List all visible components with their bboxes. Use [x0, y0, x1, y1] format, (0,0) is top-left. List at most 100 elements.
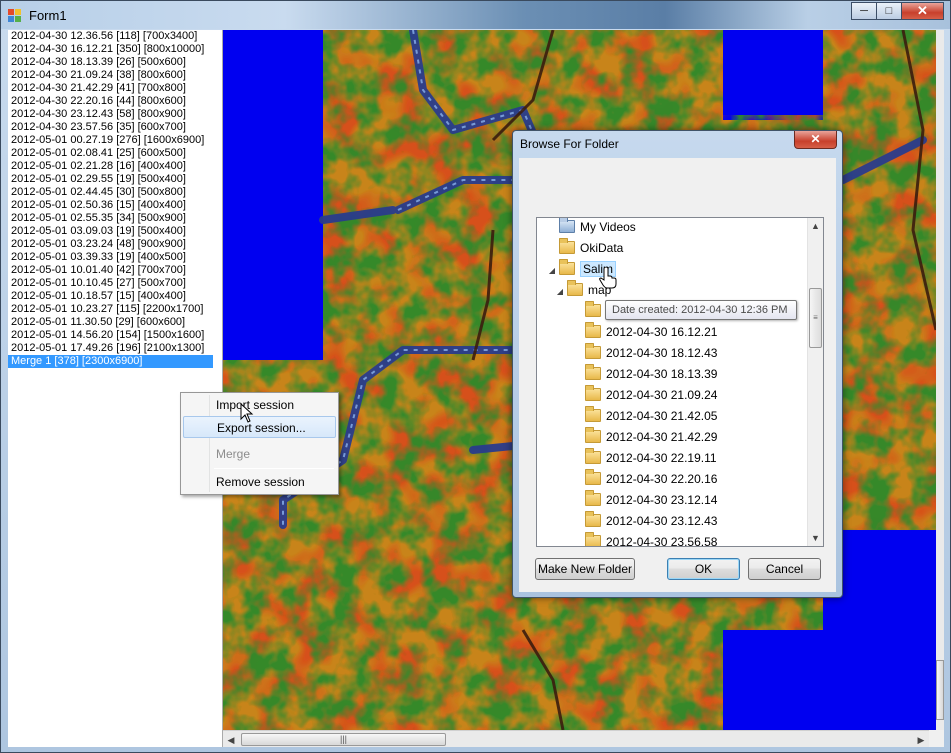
folder-icon	[585, 385, 601, 401]
folder-icon	[567, 280, 583, 296]
folder-icon	[585, 490, 601, 506]
folder-icon	[585, 469, 601, 485]
map-horizontal-scrollbar[interactable]: ◀ ||| ▶	[223, 730, 929, 747]
tree-item-label: OkiData	[580, 241, 624, 255]
tree-item[interactable]: 2012-04-30 18.13.39	[573, 364, 717, 385]
session-list-item[interactable]: 2012-05-01 02.08.41 [25] [600x500]	[8, 147, 222, 160]
session-list-item[interactable]: 2012-05-01 10.23.27 [115] [2200x1700]	[8, 303, 222, 316]
hand-cursor-icon	[599, 267, 617, 289]
close-button[interactable]: ✕	[901, 2, 944, 20]
expand-arrow-icon[interactable]: ◢	[547, 260, 557, 281]
tree-item[interactable]: 2012-04-30 21.09.24	[573, 385, 717, 406]
scroll-right-icon[interactable]: ▶	[913, 732, 929, 747]
folder-tree[interactable]: ▲ ≡ ▼ My Videos OkiData ◢ Salim ◢ map 2012-04-…	[536, 217, 824, 547]
session-list-item[interactable]: 2012-05-01 11.30.50 [29] [600x600]	[8, 316, 222, 329]
tree-item[interactable]: 2012-04-30 23.12.14	[573, 490, 717, 511]
folder-icon	[585, 364, 601, 380]
session-context-menu: Import session Export session... Merge R…	[180, 392, 339, 495]
folder-icon	[585, 511, 601, 527]
menu-item-import-session[interactable]: Import session	[183, 394, 336, 416]
session-list-item[interactable]: 2012-05-01 10.10.45 [27] [500x700]	[8, 277, 222, 290]
session-list-item[interactable]: 2012-04-30 23.57.56 [35] [600x700]	[8, 121, 222, 134]
dialog-title: Browse For Folder	[520, 137, 619, 151]
session-list-item[interactable]: 2012-04-30 21.42.29 [41] [700x800]	[8, 82, 222, 95]
map-horizontal-scroll-thumb[interactable]: |||	[241, 733, 446, 746]
tree-item-label: 2012-04-30 18.12.43	[606, 346, 718, 360]
tree-item[interactable]: 2012-04-30 21.42.05	[573, 406, 717, 427]
tree-scroll-down-icon[interactable]: ▼	[808, 530, 823, 546]
session-list-item[interactable]: Merge 1 [378] [2300x6900]	[8, 355, 213, 368]
tree-item[interactable]: 2012-04-30 23.56.58	[573, 532, 718, 547]
tree-item-label: 2012-04-30 22.19.11	[606, 451, 717, 465]
minimize-button[interactable]: ─	[851, 2, 877, 20]
dialog-close-button[interactable]: ✕	[794, 131, 837, 149]
scroll-left-icon[interactable]: ◀	[223, 732, 239, 747]
session-list-item[interactable]: 2012-04-30 12.36.56 [118] [700x3400]	[8, 30, 222, 43]
session-list-item[interactable]: 2012-05-01 14.56.20 [154] [1500x1600]	[8, 329, 222, 342]
session-list-item[interactable]: 2012-05-01 02.21.28 [16] [400x400]	[8, 160, 222, 173]
folder-icon	[559, 238, 575, 254]
tree-item[interactable]: My Videos	[547, 218, 636, 238]
arrow-cursor-icon	[240, 403, 254, 423]
folder-icon	[585, 343, 601, 359]
cancel-button[interactable]: Cancel	[748, 558, 821, 580]
session-list-item[interactable]: 2012-05-01 03.23.24 [48] [900x900]	[8, 238, 222, 251]
session-list-item[interactable]: 2012-05-01 02.29.55 [19] [500x400]	[8, 173, 222, 186]
dialog-body: ▲ ≡ ▼ My Videos OkiData ◢ Salim ◢ map 2012-04-…	[519, 158, 836, 592]
session-list-item[interactable]: 2012-05-01 02.55.35 [34] [500x900]	[8, 212, 222, 225]
window-title: Form1	[29, 8, 67, 23]
folder-icon	[585, 427, 601, 443]
session-list-item[interactable]: 2012-05-01 10.01.40 [42] [700x700]	[8, 264, 222, 277]
session-list-item[interactable]: 2012-04-30 23.12.43 [58] [800x900]	[8, 108, 222, 121]
app-icon	[8, 9, 22, 23]
folder-icon	[559, 259, 575, 275]
tree-scroll-thumb[interactable]: ≡	[809, 288, 822, 348]
tree-item[interactable]: 2012-04-30 22.20.16	[573, 469, 717, 490]
menu-item-export-session[interactable]: Export session...	[183, 416, 336, 438]
maximize-button[interactable]: □	[876, 2, 902, 20]
tree-item-label: 2012-04-30 23.12.14	[606, 493, 718, 507]
video-folder-icon	[559, 218, 575, 233]
session-list-item[interactable]: 2012-05-01 10.18.57 [15] [400x400]	[8, 290, 222, 303]
session-list-item[interactable]: 2012-04-30 22.20.16 [44] [800x600]	[8, 95, 222, 108]
menu-item-merge: Merge	[216, 447, 251, 461]
session-list-item[interactable]: 2012-05-01 02.44.45 [30] [500x800]	[8, 186, 222, 199]
menu-item-remove-session[interactable]: Remove session	[183, 471, 336, 493]
tree-item-label: 2012-04-30 21.42.05	[606, 409, 718, 423]
tree-item-label: 2012-04-30 23.12.43	[606, 514, 718, 528]
expand-arrow-icon[interactable]: ◢	[555, 281, 565, 302]
session-list-item[interactable]: 2012-05-01 17.49.26 [196] [2100x1300]	[8, 342, 222, 355]
session-list-item[interactable]: 2012-05-01 00.27.19 [276] [1600x6900]	[8, 134, 222, 147]
ok-button[interactable]: OK	[667, 558, 740, 580]
tree-item-label: 2012-04-30 18.13.39	[606, 367, 718, 381]
tree-item[interactable]: OkiData	[547, 238, 623, 259]
session-list-item[interactable]: 2012-04-30 21.09.24 [38] [800x600]	[8, 69, 222, 82]
tree-item-label: 2012-04-30 21.42.29	[606, 430, 718, 444]
tree-item[interactable]: 2012-04-30 23.12.43	[573, 511, 717, 532]
date-created-tooltip: Date created: 2012-04-30 12:36 PM	[605, 300, 797, 320]
session-list-item[interactable]: 2012-04-30 16.12.21 [350] [800x10000]	[8, 43, 222, 56]
folder-icon	[585, 322, 601, 338]
make-new-folder-button[interactable]: Make New Folder	[535, 558, 635, 580]
map-vertical-scroll-thumb[interactable]	[936, 660, 944, 720]
session-list[interactable]: 2012-04-30 12.36.56 [118] [700x3400] 2012…	[8, 30, 223, 747]
tree-item[interactable]: 2012-04-30 16.12.21	[573, 322, 717, 343]
tree-item-label: 2012-04-30 23.56.58	[606, 535, 718, 547]
folder-icon	[585, 406, 601, 422]
menu-separator	[214, 468, 334, 469]
folder-icon	[585, 532, 601, 546]
tree-item-label: 2012-04-30 21.09.24	[606, 388, 718, 402]
session-list-item[interactable]: 2012-05-01 02.50.36 [15] [400x400]	[8, 199, 222, 212]
tree-vertical-scrollbar[interactable]: ▲ ≡ ▼	[807, 218, 823, 546]
tree-item[interactable]: 2012-04-30 22.19.11	[573, 448, 717, 469]
map-vertical-scrollbar[interactable]	[936, 30, 944, 730]
session-list-item[interactable]: 2012-05-01 03.09.03 [19] [500x400]	[8, 225, 222, 238]
session-list-item[interactable]: 2012-04-30 18.13.39 [26] [500x600]	[8, 56, 222, 69]
folder-icon	[585, 301, 601, 317]
session-list-item[interactable]: 2012-05-01 03.39.33 [19] [400x500]	[8, 251, 222, 264]
tree-item[interactable]: 2012-04-30 21.42.29	[573, 427, 717, 448]
tree-scroll-up-icon[interactable]: ▲	[808, 218, 823, 234]
tree-item-label: My Videos	[580, 220, 636, 234]
title-bar[interactable]: Form1 ─ □ ✕	[1, 1, 950, 29]
tree-item[interactable]: 2012-04-30 18.12.43	[573, 343, 717, 364]
